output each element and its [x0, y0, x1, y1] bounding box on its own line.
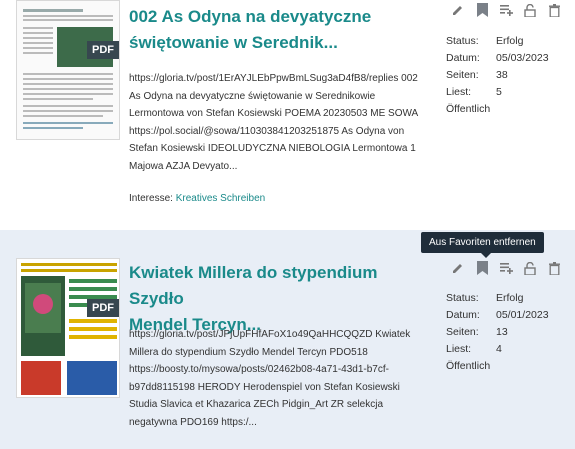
status-value: Erfolg [496, 292, 524, 304]
interest-label: Interesse: [129, 193, 173, 204]
reads-label: Liest: [446, 86, 472, 98]
pages-value: 13 [496, 326, 508, 338]
unlock-icon[interactable] [523, 2, 537, 18]
date-label: Datum: [446, 52, 480, 64]
document-thumbnail[interactable]: PDF [16, 258, 120, 398]
pages-value: 38 [496, 69, 508, 81]
bookmark-icon[interactable] [475, 2, 489, 18]
playlist-add-icon[interactable] [499, 2, 513, 18]
pages-label: Seiten: [446, 326, 479, 338]
pdf-badge: PDF [87, 41, 119, 59]
date-label: Datum: [446, 309, 480, 321]
document-meta: Status: Erfolg Datum: 05/01/2023 Seiten: 13… [446, 290, 549, 375]
trash-icon[interactable] [547, 260, 561, 276]
playlist-add-icon[interactable] [499, 260, 513, 276]
reads-value: 4 [496, 343, 502, 355]
visibility-label: Öffentlich [446, 360, 491, 372]
document-thumbnail[interactable]: PDF [16, 0, 120, 140]
document-description: https://gloria.tv/post/JPjUpFHfAFoX1o49Q… [129, 329, 411, 428]
interest-row: Interesse: Kreatives Schreiben [129, 193, 265, 204]
date-value: 05/01/2023 [496, 309, 549, 321]
visibility-label: Öffentlich [446, 103, 491, 115]
pdf-badge: PDF [87, 299, 119, 317]
title-line: Kwiatek Millera do stypendium Szydło [129, 263, 378, 308]
unlock-icon[interactable] [523, 260, 537, 276]
title-line: 002 As Odyna na devyatyczne [129, 7, 372, 26]
action-icons [451, 2, 561, 18]
date-value: 05/03/2023 [496, 52, 549, 64]
title-line: świętowanie w Serednik... [129, 33, 338, 52]
document-card: PDF Kwiatek Millera do stypendium Szydło… [0, 230, 575, 449]
reads-label: Liest: [446, 343, 472, 355]
interest-link[interactable]: Kreatives Schreiben [176, 193, 266, 204]
thumbnail-image [17, 259, 119, 397]
tooltip-remove-favorite: Aus Favoriten entfernen [421, 232, 544, 258]
document-description: https://gloria.tv/post/1ErAYJLEbPpwBmLSu… [129, 73, 418, 172]
reads-value: 5 [496, 86, 502, 98]
pencil-icon[interactable] [451, 2, 465, 18]
document-title[interactable]: 002 As Odyna na devyatyczne świętowanie … [129, 4, 419, 56]
pencil-icon[interactable] [451, 260, 465, 276]
status-label: Status: [446, 292, 479, 304]
status-label: Status: [446, 35, 479, 47]
action-icons [451, 260, 561, 276]
thumbnail-image [17, 1, 119, 139]
pages-label: Seiten: [446, 69, 479, 81]
bookmark-icon[interactable] [475, 260, 489, 276]
document-meta: Status: Erfolg Datum: 05/03/2023 Seiten: 38… [446, 33, 549, 118]
trash-icon[interactable] [547, 2, 561, 18]
document-card: PDF 002 As Odyna na devyatyczne świętowa… [0, 0, 575, 230]
status-value: Erfolg [496, 35, 524, 47]
